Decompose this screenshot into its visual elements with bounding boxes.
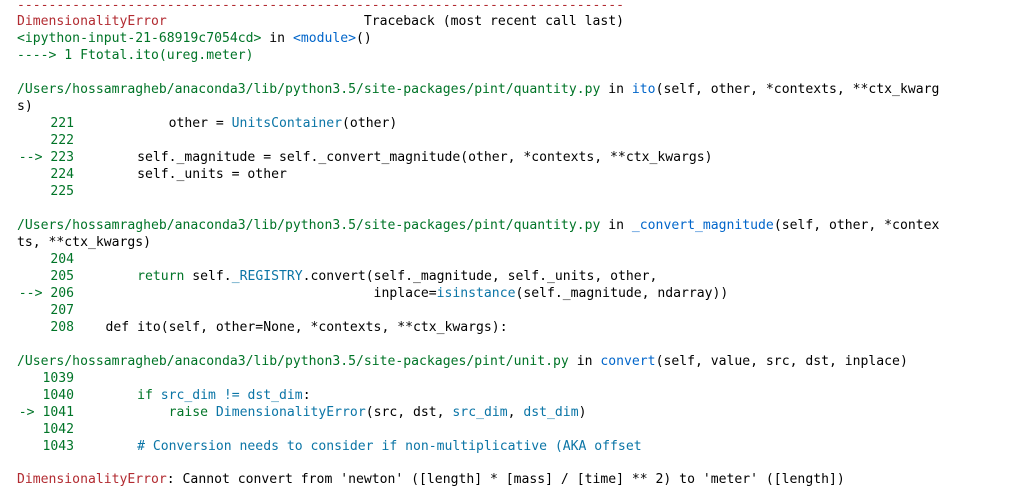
frame-path-line: /Users/hossamragheb/anaconda3/lib/python… <box>17 353 1007 370</box>
function-name: convert <box>600 354 656 369</box>
line-gutter: 207 <box>17 302 74 319</box>
code-line: 1040 if src_dim != dst_dim: <box>17 387 1007 404</box>
line-gutter: 222 <box>17 132 74 149</box>
code-line: 207 <box>17 302 1007 319</box>
call-line: ----> 1 Ftotal.ito(ureg.meter) <box>17 47 1007 64</box>
line-gutter: --> 206 <box>17 285 74 302</box>
line-number: 206 <box>50 286 74 301</box>
code-text: other = UnitsContainer(other) <box>74 116 398 131</box>
line-gutter: 208 <box>17 319 74 336</box>
line-number: 221 <box>50 116 74 131</box>
line-number: 204 <box>50 252 74 267</box>
final-error-line: DimensionalityError: Cannot convert from… <box>17 471 1007 488</box>
line-number: 207 <box>50 303 74 318</box>
final-error-message: : Cannot convert from 'newton' ([length]… <box>166 472 845 487</box>
function-args: (self, other, *contexts, **ctx_kwarg <box>655 82 940 97</box>
line-gutter: --> 223 <box>17 149 74 166</box>
code-text: inplace=isinstance(self._magnitude, ndar… <box>74 286 729 301</box>
code-text: return self._REGISTRY.convert(self._magn… <box>137 269 658 284</box>
function-name: _convert_magnitude <box>631 218 774 233</box>
traceback-header: DimensionalityError Traceback (most rece… <box>17 13 1007 30</box>
function-args: (self, other, *contex <box>773 218 940 233</box>
line-number: 1043 <box>42 439 74 454</box>
function-args-continued: ts, **ctx_kwargs) <box>17 235 152 250</box>
line-number: 1041 <box>42 405 74 420</box>
line-gutter: -> 1041 <box>17 404 74 421</box>
line-gutter: 205 <box>17 268 74 285</box>
call-line-text: ----> 1 Ftotal.ito(ureg.meter) <box>17 48 254 63</box>
current-line-arrow: -> <box>18 405 43 420</box>
error-name: DimensionalityError <box>17 14 167 29</box>
in-keyword: in <box>568 354 601 369</box>
code-line: 224 self._units = other <box>17 166 1007 183</box>
input-location: <ipython-input-21-68919c7054cd> in <modu… <box>17 30 1007 47</box>
line-gutter: 1040 <box>17 387 74 404</box>
file-path: /Users/hossamragheb/anaconda3/lib/python… <box>17 218 601 233</box>
file-path: /Users/hossamragheb/anaconda3/lib/python… <box>17 354 569 369</box>
header-gap <box>167 14 364 29</box>
traceback-title: Traceback (most recent call last) <box>363 14 625 29</box>
line-number: 222 <box>50 133 74 148</box>
current-line-arrow: --> <box>18 150 51 165</box>
line-number: 1039 <box>42 371 74 386</box>
code-line: 221 other = UnitsContainer(other) <box>17 115 1007 132</box>
line-number: 223 <box>50 150 74 165</box>
line-gutter: 1043 <box>17 438 74 455</box>
code-line: 1042 <box>17 421 1007 438</box>
code-line: --> 223 self._magnitude = self._convert_… <box>17 149 1007 166</box>
line-number: 208 <box>50 320 74 335</box>
code-text: # Conversion needs to consider if non-mu… <box>74 439 642 454</box>
code-line: 204 <box>17 251 1007 268</box>
file-path: /Users/hossamragheb/anaconda3/lib/python… <box>17 82 601 97</box>
code-line: 1043 # Conversion needs to consider if n… <box>17 438 1007 455</box>
separator-line: ----------------------------------------… <box>17 0 624 13</box>
code-text: raise DimensionalityError(src, dst, src_… <box>168 405 587 420</box>
in-keyword: in <box>600 82 632 97</box>
code-text: def ito(self, other=None, *contexts, **c… <box>74 320 508 335</box>
traceback-output: ----------------------------------------… <box>0 0 1015 504</box>
line-number: 1042 <box>42 422 74 437</box>
line-gutter: 225 <box>17 183 74 200</box>
code-line: 222 <box>17 132 1007 149</box>
code-text: self._units = other <box>74 167 287 182</box>
input-reference: <ipython-input-21-68919c7054cd> <box>17 31 262 46</box>
line-gutter: 224 <box>17 166 74 183</box>
function-name: ito <box>631 82 656 97</box>
final-error-name: DimensionalityError <box>17 472 167 487</box>
line-number: 225 <box>50 184 74 199</box>
frame-path-line: /Users/hossamragheb/anaconda3/lib/python… <box>17 217 1007 234</box>
code-line: 225 <box>17 183 1007 200</box>
module-suffix: () <box>356 31 372 46</box>
frame-path-line: /Users/hossamragheb/anaconda3/lib/python… <box>17 81 1007 98</box>
line-gutter: 204 <box>17 251 74 268</box>
line-gutter: 1042 <box>17 421 74 438</box>
code-line: 208 def ito(self, other=None, *contexts,… <box>17 319 1007 336</box>
function-args: (self, value, src, dst, inplace) <box>655 354 908 369</box>
line-number: 224 <box>50 167 74 182</box>
current-line-arrow: --> <box>18 286 51 301</box>
line-gutter: 1039 <box>17 370 74 387</box>
code-text: if src_dim != dst_dim: <box>137 388 311 403</box>
line-number: 1040 <box>42 388 74 403</box>
code-line: 1039 <box>17 370 1007 387</box>
code-line: --> 206 inplace=isinstance(self._magnitu… <box>17 285 1007 302</box>
code-line: 205 return self._REGISTRY.convert(self._… <box>17 268 1007 285</box>
module-reference: <module> <box>292 31 357 46</box>
code-line: -> 1041 raise DimensionalityError(src, d… <box>17 404 1007 421</box>
line-gutter: 221 <box>17 115 74 132</box>
function-args-continued: s) <box>17 99 33 114</box>
code-text: self._magnitude = self._convert_magnitud… <box>74 150 713 165</box>
in-keyword: in <box>600 218 632 233</box>
in-keyword: in <box>261 31 293 46</box>
line-number: 205 <box>50 269 74 284</box>
